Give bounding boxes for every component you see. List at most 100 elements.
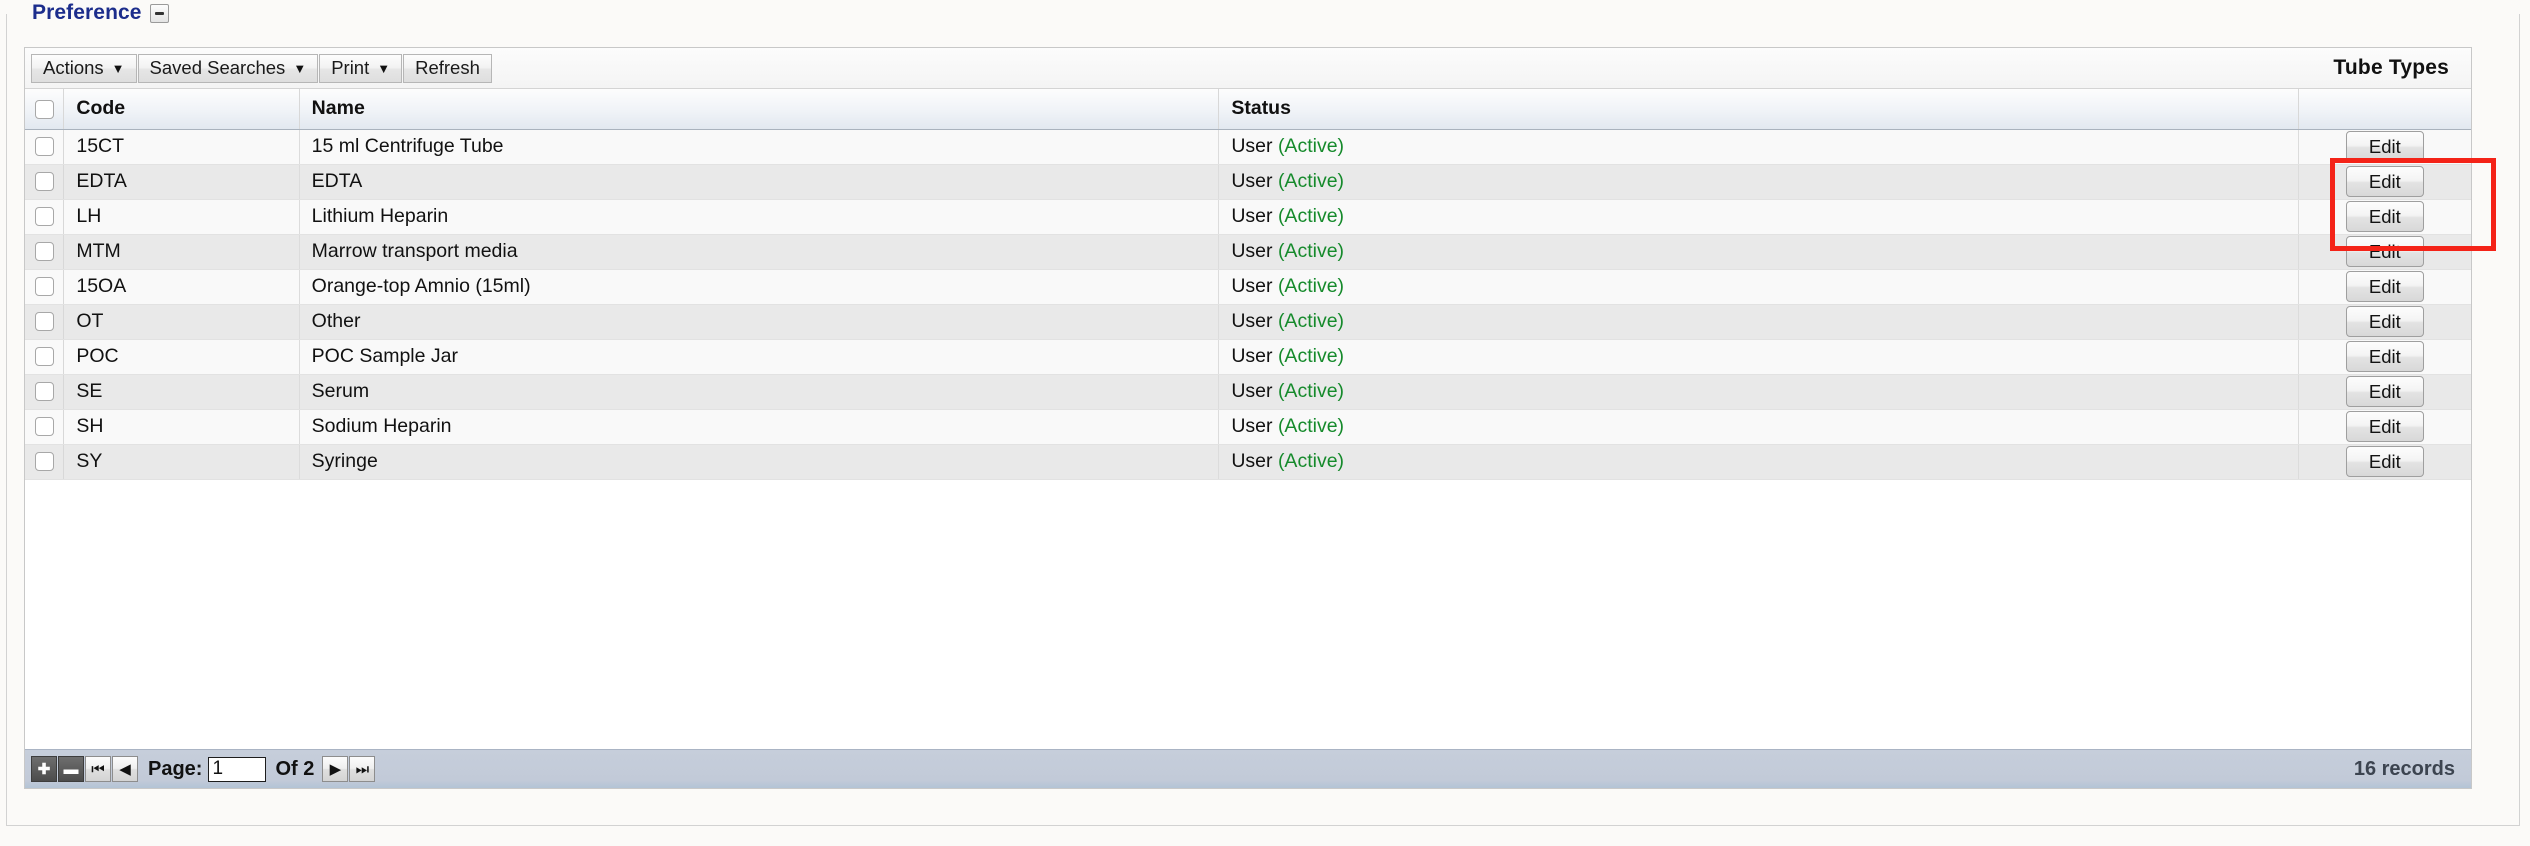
minus-icon-bar: [154, 11, 164, 15]
edit-button[interactable]: Edit: [2345, 306, 2424, 337]
actions-button-label: Actions: [43, 57, 104, 78]
cell-name: Sodium Heparin: [299, 409, 1220, 445]
row-select-cell: [25, 444, 65, 480]
cell-edit: Edit: [2298, 304, 2471, 340]
row-checkbox[interactable]: [34, 347, 54, 367]
tube-types-report: Actions ▼ Saved Searches ▼ Print ▼ Refre…: [24, 47, 2472, 789]
actions-button[interactable]: Actions ▼: [31, 53, 137, 83]
table-row: MTM Marrow transport media User (Active) Ed…: [25, 234, 2471, 270]
edit-button[interactable]: Edit: [2345, 131, 2424, 162]
cell-name: 15 ml Centrifuge Tube: [299, 129, 1220, 165]
status-badge: (Active): [1277, 275, 1345, 297]
column-header-name[interactable]: Name: [299, 89, 1220, 130]
status-badge: (Active): [1277, 240, 1345, 262]
edit-button[interactable]: Edit: [2345, 446, 2424, 477]
table-body: 15CT 15 ml Centrifuge Tube User (Active) Ed…: [25, 129, 2471, 480]
edit-button[interactable]: Edit: [2345, 411, 2424, 442]
minus-icon[interactable]: ▬: [58, 756, 84, 782]
row-select-cell: [25, 339, 65, 375]
page-of-label: Of 2: [275, 757, 315, 780]
cell-code: 15CT: [63, 129, 300, 165]
record-count: 16 records: [2353, 757, 2455, 780]
table-row: SY Syringe User (Active) Edit: [25, 444, 2471, 480]
edit-button[interactable]: Edit: [2345, 271, 2424, 302]
row-select-cell: [25, 164, 65, 200]
cell-code: MTM: [63, 234, 300, 270]
table-header: Code Name Status: [25, 89, 2471, 130]
row-checkbox[interactable]: [34, 382, 54, 402]
status-badge: (Active): [1277, 205, 1345, 227]
select-all-header: [25, 89, 65, 130]
row-checkbox[interactable]: [34, 312, 54, 332]
table-row: POC POC Sample Jar User (Active) Edit: [25, 339, 2471, 375]
row-checkbox[interactable]: [34, 452, 54, 472]
cell-status: User (Active): [1218, 269, 2299, 305]
chevron-down-icon: ▼: [377, 60, 391, 76]
edit-button[interactable]: Edit: [2345, 201, 2424, 232]
cell-status: User (Active): [1218, 409, 2299, 445]
region-legend: Preference: [28, 1, 173, 25]
row-select-cell: [25, 269, 65, 305]
select-all-checkbox[interactable]: [34, 99, 54, 119]
row-select-cell: [25, 234, 65, 270]
table-row: 15CT 15 ml Centrifuge Tube User (Active) Ed…: [25, 129, 2471, 165]
cell-status: User (Active): [1218, 199, 2299, 235]
cell-code: POC: [63, 339, 300, 375]
column-header-code[interactable]: Code: [63, 89, 300, 130]
table-row: SH Sodium Heparin User (Active) Edit: [25, 409, 2471, 445]
report-toolbar: Actions ▼ Saved Searches ▼ Print ▼ Refre…: [25, 48, 2471, 89]
edit-button[interactable]: Edit: [2345, 236, 2424, 267]
page-title: Preference: [32, 1, 142, 24]
previous-page-icon[interactable]: ◀: [112, 756, 138, 782]
edit-button[interactable]: Edit: [2345, 341, 2424, 372]
tube-types-table: Code Name Status 15CT 15 ml Centrifuge Tu…: [25, 89, 2471, 480]
status-owner: User: [1231, 240, 1273, 262]
cell-code: SE: [63, 374, 300, 410]
chevron-down-icon: ▼: [111, 60, 125, 76]
status-owner: User: [1231, 135, 1273, 157]
cell-code: SH: [63, 409, 300, 445]
status-badge: (Active): [1277, 450, 1345, 472]
minus-icon[interactable]: [149, 3, 169, 23]
status-owner: User: [1231, 450, 1273, 472]
status-badge: (Active): [1277, 415, 1345, 437]
plus-icon[interactable]: ✚: [31, 756, 57, 782]
cell-edit: Edit: [2298, 444, 2471, 480]
cell-name: EDTA: [299, 164, 1220, 200]
cell-edit: Edit: [2298, 269, 2471, 305]
first-page-icon[interactable]: ⏮: [85, 756, 111, 782]
cell-name: Syringe: [299, 444, 1220, 480]
cell-edit: Edit: [2298, 199, 2471, 235]
status-badge: (Active): [1277, 310, 1345, 332]
cell-name: Orange-top Amnio (15ml): [299, 269, 1220, 305]
row-checkbox[interactable]: [34, 172, 54, 192]
cell-name: POC Sample Jar: [299, 339, 1220, 375]
table-header-row: Code Name Status: [25, 89, 2471, 130]
cell-status: User (Active): [1218, 164, 2299, 200]
cell-edit: Edit: [2298, 164, 2471, 200]
row-checkbox[interactable]: [34, 207, 54, 227]
last-page-icon[interactable]: ⏭: [349, 756, 376, 782]
edit-button[interactable]: Edit: [2345, 166, 2424, 197]
column-header-edit: [2298, 89, 2471, 130]
row-checkbox[interactable]: [34, 277, 54, 297]
row-checkbox[interactable]: [34, 242, 54, 262]
column-header-status[interactable]: Status: [1218, 89, 2299, 130]
row-checkbox[interactable]: [34, 137, 54, 157]
table-row: SE Serum User (Active) Edit: [25, 374, 2471, 410]
saved-searches-button-label: Saved Searches: [149, 57, 286, 78]
row-select-cell: [25, 374, 65, 410]
cell-edit: Edit: [2298, 374, 2471, 410]
edit-button[interactable]: Edit: [2345, 376, 2424, 407]
cell-status: User (Active): [1218, 374, 2299, 410]
print-button[interactable]: Print ▼: [319, 53, 403, 83]
saved-searches-button[interactable]: Saved Searches ▼: [137, 53, 319, 83]
table-row: EDTA EDTA User (Active) Edit: [25, 164, 2471, 200]
cell-name: Marrow transport media: [299, 234, 1220, 270]
row-checkbox[interactable]: [34, 417, 54, 437]
refresh-button[interactable]: Refresh: [403, 53, 492, 83]
page-label: Page:: [148, 757, 203, 780]
status-owner: User: [1231, 205, 1273, 227]
next-page-icon[interactable]: ▶: [322, 756, 349, 782]
page-input[interactable]: [208, 756, 267, 782]
